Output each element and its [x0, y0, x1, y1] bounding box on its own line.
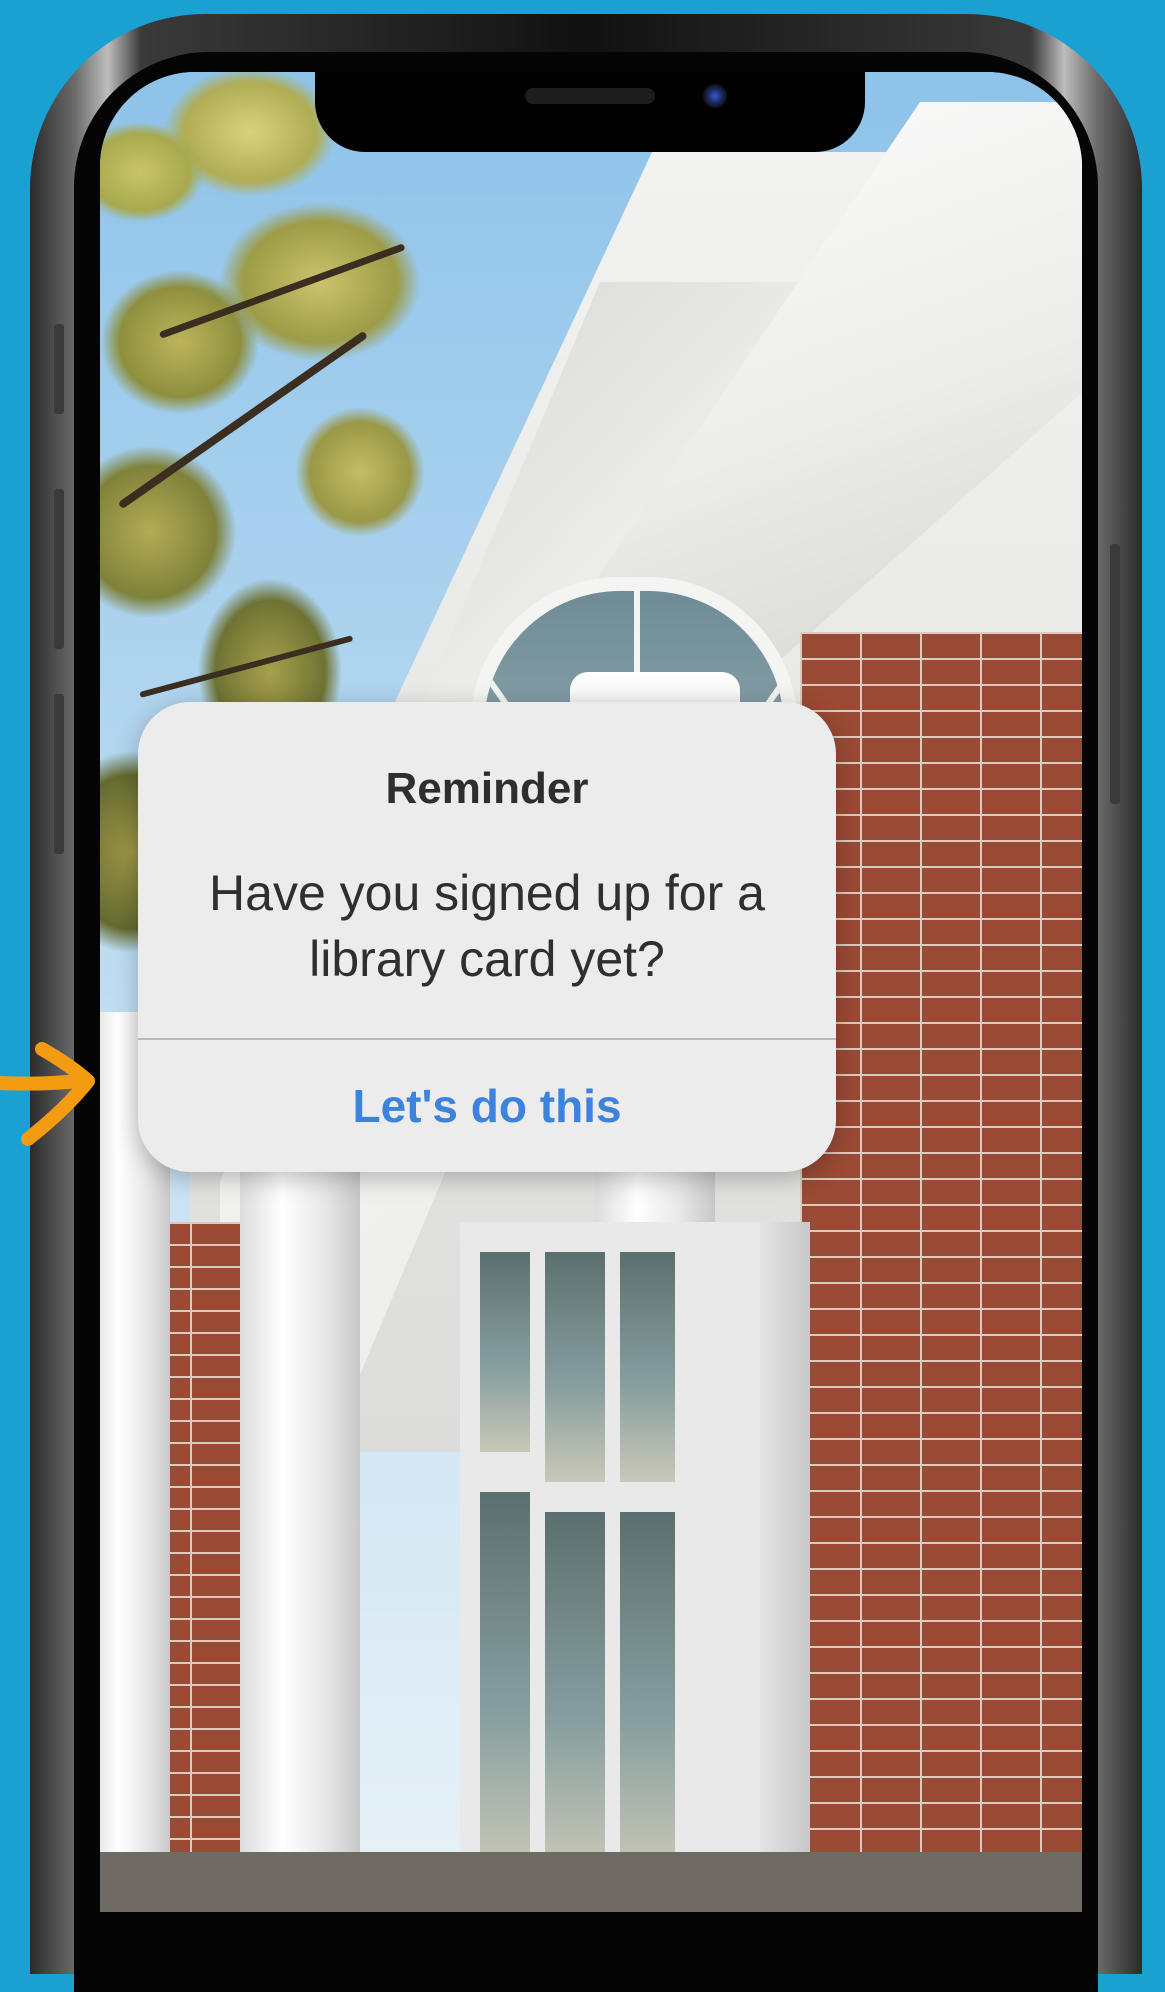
door-pane: [480, 1492, 530, 1872]
door-pane: [620, 1252, 675, 1482]
volume-down-button: [54, 694, 64, 854]
volume-up-button: [54, 489, 64, 649]
ground: [100, 1852, 1082, 1912]
power-button: [1110, 544, 1120, 804]
alert-title: Reminder: [385, 764, 589, 813]
entrance-door: [460, 1222, 760, 1912]
door-pane: [545, 1252, 605, 1482]
column: [240, 1172, 360, 1912]
lets-do-this-button[interactable]: Let's do this: [138, 1040, 836, 1172]
reminder-alert: Reminder Have you signed up for a librar…: [138, 702, 836, 1172]
silent-switch: [54, 324, 64, 414]
earpiece-speaker: [525, 88, 655, 104]
notch: [315, 72, 865, 152]
door-pane: [545, 1512, 605, 1872]
arrow-right-icon: [0, 1042, 95, 1146]
front-camera-icon: [703, 84, 727, 108]
door-pane: [620, 1512, 675, 1872]
door-pane: [480, 1252, 530, 1452]
brick-wall-right: [800, 632, 1082, 1912]
alert-message: Have you signed up for a library card ye…: [209, 865, 765, 987]
